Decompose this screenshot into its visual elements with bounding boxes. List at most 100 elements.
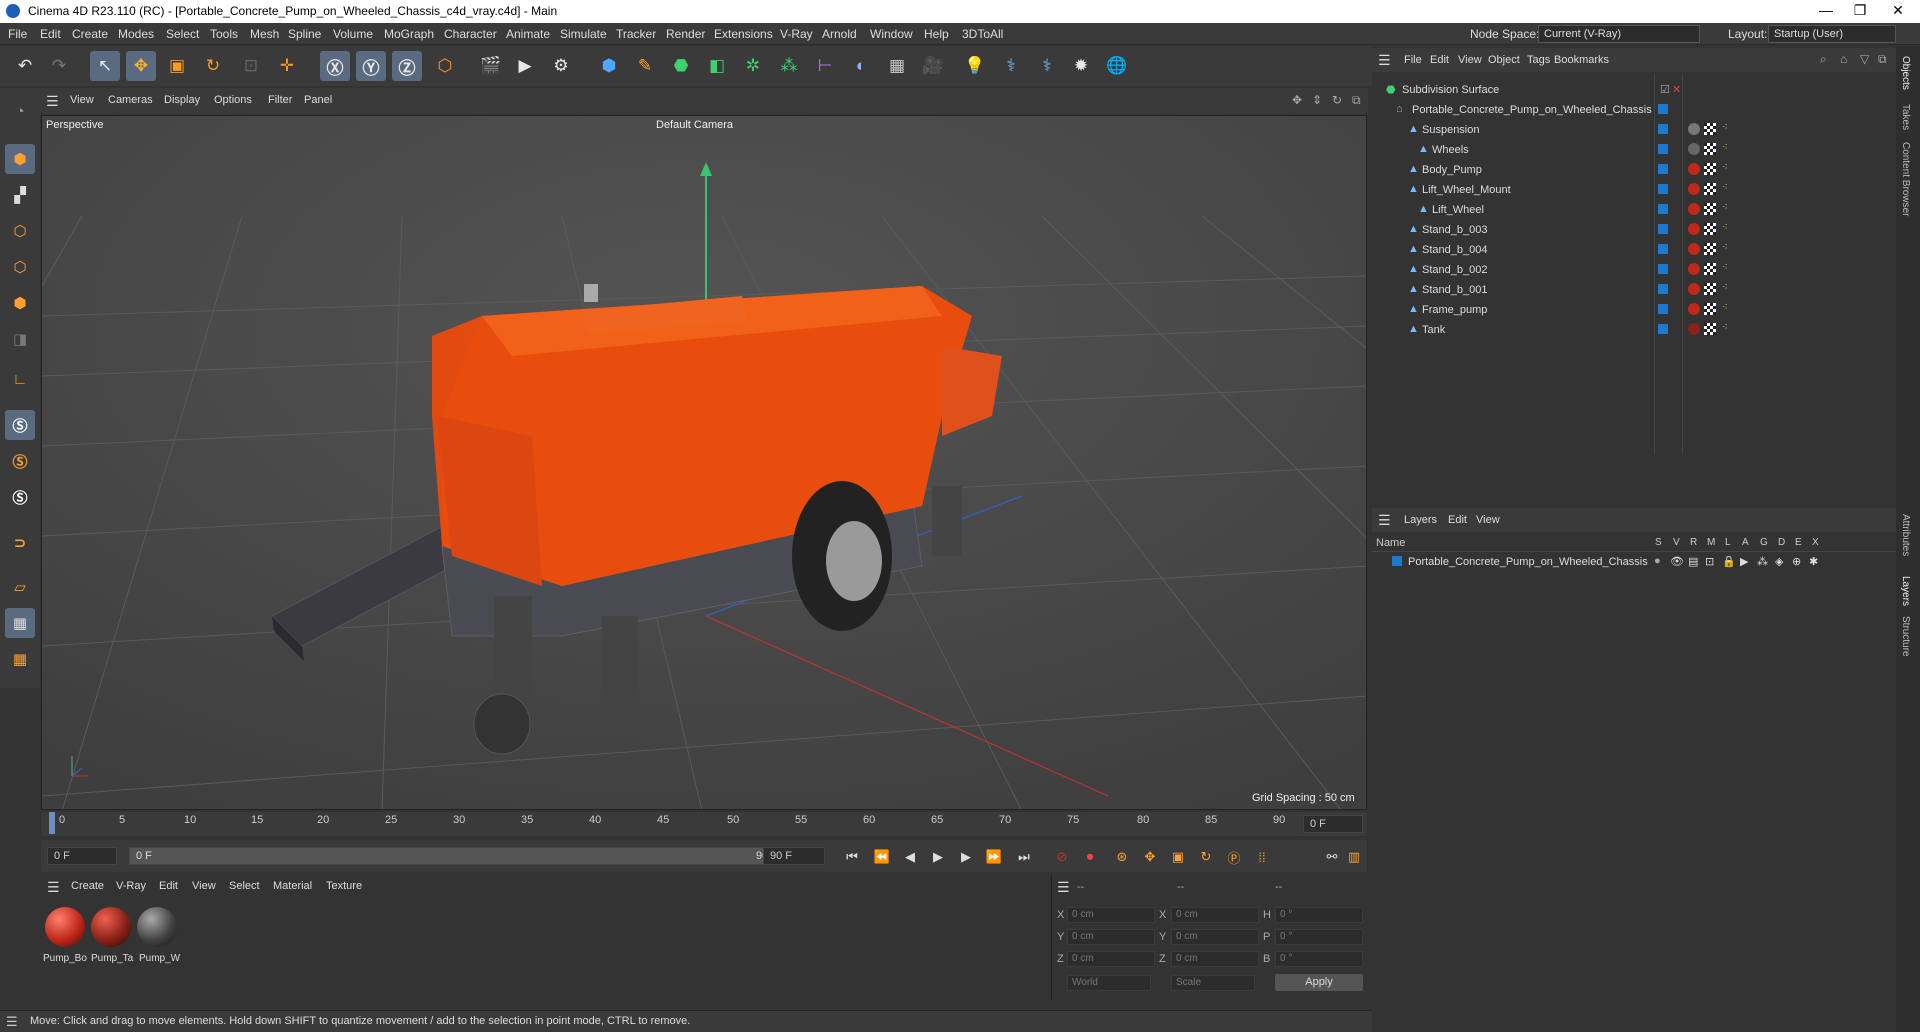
material-tag-icon[interactable] xyxy=(1688,263,1700,275)
object-row-stand-b-003[interactable]: ▲ Stand_b_003 ⁖ xyxy=(1372,220,1896,240)
select-tool-icon[interactable]: ↖ xyxy=(90,51,120,81)
material-hamburger-icon[interactable]: ☰ xyxy=(47,879,60,896)
python-icon[interactable]: ⚕ xyxy=(996,51,1026,81)
node-space-select[interactable]: Current (V-Ray) xyxy=(1538,25,1700,43)
size-y-field[interactable]: 0 cm xyxy=(1171,929,1259,945)
layer-color-swatch[interactable] xyxy=(1658,304,1668,314)
object-row-stand-b-004[interactable]: ▲ Stand_b_004 ⁖ xyxy=(1372,240,1896,260)
timeline-window-icon[interactable]: ▥ xyxy=(1343,846,1365,868)
material-tag-icon[interactable] xyxy=(1688,123,1700,135)
menu-extensions[interactable]: Extensions xyxy=(714,27,773,41)
rotation-b-field[interactable]: 0 ° xyxy=(1275,951,1363,967)
material-tag-icon[interactable] xyxy=(1688,203,1700,215)
search-icon[interactable]: ⌕ xyxy=(1820,52,1827,67)
motion-system-icon[interactable]: ⚯ xyxy=(1321,846,1343,868)
menu-spline[interactable]: Spline xyxy=(288,27,321,41)
playhead-marker[interactable] xyxy=(49,812,55,834)
menu-vray[interactable]: V-Ray xyxy=(780,27,813,41)
menu-arnold[interactable]: Arnold xyxy=(822,27,857,41)
material-menu-select[interactable]: Select xyxy=(229,880,260,892)
end-frame-field[interactable]: 90 F xyxy=(763,847,825,865)
rotation-p-field[interactable]: 0 ° xyxy=(1275,929,1363,945)
timeline-ruler[interactable]: 0 5 10 15 20 25 30 35 40 45 50 55 60 65 … xyxy=(41,812,1367,836)
position-y-field[interactable]: 0 cm xyxy=(1067,929,1155,945)
position-z-field[interactable]: 0 cm xyxy=(1067,951,1155,967)
3d-viewport[interactable]: Perspective Default Camera Grid Spacing … xyxy=(41,115,1367,810)
edge-mode-icon[interactable]: ⬡ xyxy=(5,252,35,282)
layer-color-swatch[interactable] xyxy=(1658,184,1668,194)
new-window-icon[interactable]: ⧉ xyxy=(1878,52,1887,67)
viewport-menu-filter[interactable]: Filter xyxy=(268,94,292,106)
polygon-mode-icon[interactable]: ⬢ xyxy=(5,288,35,318)
snap-icon[interactable]: Ⓢ xyxy=(5,410,35,440)
vertex-tag-icon[interactable]: ⁖ xyxy=(1722,322,1728,333)
material-swatch[interactable] xyxy=(45,907,85,947)
material-tag-icon[interactable] xyxy=(1688,283,1700,295)
next-frame-icon[interactable]: ▶ xyxy=(955,846,977,868)
uv-tag-icon[interactable] xyxy=(1704,263,1716,275)
render-region-icon[interactable]: 🎬 xyxy=(476,51,506,81)
menu-render[interactable]: Render xyxy=(666,27,705,41)
x-axis-icon[interactable]: Ⓧ xyxy=(320,51,350,81)
point-mode-icon[interactable]: ⬡ xyxy=(5,216,35,246)
axis-mode-icon[interactable]: ∟ xyxy=(5,364,35,394)
cube-icon[interactable]: ⬢ xyxy=(594,51,624,81)
viewport-menu-view[interactable]: View xyxy=(70,94,94,106)
viewport-menu-panel[interactable]: Panel xyxy=(304,94,332,106)
layer-color-swatch[interactable] xyxy=(1658,264,1668,274)
viewport-rotate-icon[interactable]: ↻ xyxy=(1332,93,1342,107)
vertex-tag-icon[interactable]: ⁖ xyxy=(1722,142,1728,153)
menu-mesh[interactable]: Mesh xyxy=(250,27,279,41)
side-tab-takes[interactable]: Takes xyxy=(1900,104,1911,130)
layer-animation-icon[interactable]: ▶ xyxy=(1740,555,1748,568)
undo-icon[interactable]: ↶ xyxy=(10,51,40,81)
material-menu-view[interactable]: View xyxy=(192,880,216,892)
layer-color-swatch[interactable] xyxy=(1658,164,1668,174)
object-row-lift-wheel-mount[interactable]: ▲ Lift_Wheel_Mount ⁖ xyxy=(1372,180,1896,200)
menu-character[interactable]: Character xyxy=(444,27,497,41)
menu-volume[interactable]: Volume xyxy=(333,27,373,41)
uv-tag-icon[interactable] xyxy=(1704,183,1716,195)
vertex-tag-icon[interactable]: ⁖ xyxy=(1722,182,1728,193)
object-row-subdivision-surface[interactable]: ⬣ Subdivision Surface ☑ ✕ xyxy=(1372,80,1896,100)
render-view-icon[interactable]: ▶ xyxy=(510,51,540,81)
current-frame-field[interactable]: 0 F xyxy=(1303,815,1363,833)
side-tab-structure[interactable]: Structure xyxy=(1900,616,1911,657)
layer-color-swatch[interactable] xyxy=(1658,284,1668,294)
object-row-root[interactable]: ⌂ Portable_Concrete_Pump_on_Wheeled_Chas… xyxy=(1372,100,1896,120)
object-row-frame-pump[interactable]: ▲ Frame_pump ⁖ xyxy=(1372,300,1896,320)
maximize-button[interactable]: ❐ xyxy=(1840,2,1880,19)
objects-menu-tags[interactable]: Tags xyxy=(1527,54,1550,66)
go-to-end-icon[interactable]: ⏭ xyxy=(1013,846,1035,868)
coord-hamburger-icon[interactable]: ☰ xyxy=(1057,879,1070,896)
viewport-maximize-icon[interactable]: ⧉ xyxy=(1352,93,1361,108)
layer-lock-icon[interactable]: 🔒 xyxy=(1722,555,1736,568)
vertex-tag-icon[interactable]: ⁖ xyxy=(1722,302,1728,313)
viewport-camera-label[interactable]: Default Camera xyxy=(656,119,733,131)
material-menu-edit[interactable]: Edit xyxy=(159,880,178,892)
menu-simulate[interactable]: Simulate xyxy=(560,27,607,41)
magnet-icon[interactable]: ⊃ xyxy=(5,528,35,558)
vertex-tag-icon[interactable]: ⁖ xyxy=(1722,282,1728,293)
material-label[interactable]: Pump_W xyxy=(139,953,180,964)
coordinate-system-icon[interactable]: ⬡ xyxy=(430,51,460,81)
vertex-tag-icon[interactable]: ⁖ xyxy=(1722,202,1728,213)
vertex-tag-icon[interactable]: ⁖ xyxy=(1722,222,1728,233)
object-row-stand-b-002[interactable]: ▲ Stand_b_002 ⁖ xyxy=(1372,260,1896,280)
layer-color-swatch[interactable] xyxy=(1658,124,1668,134)
cloner-icon[interactable]: ✲ xyxy=(738,51,768,81)
filter-icon[interactable]: ▽ xyxy=(1860,52,1869,66)
layer-render-icon[interactable]: ▤ xyxy=(1688,555,1698,568)
transform-tool-icon[interactable]: ⊡ xyxy=(236,51,266,81)
menu-file[interactable]: File xyxy=(8,27,27,41)
objects-menu-bookmarks[interactable]: Bookmarks xyxy=(1554,54,1609,66)
coord-mode-select[interactable]: Scale xyxy=(1171,975,1255,991)
layers-menu-layers[interactable]: Layers xyxy=(1404,514,1437,526)
material-label[interactable]: Pump_Ta xyxy=(91,953,133,964)
uv-tag-icon[interactable] xyxy=(1704,123,1716,135)
camera-icon[interactable]: 🎥 xyxy=(918,51,948,81)
texture-mode-icon[interactable]: ▞ xyxy=(5,180,35,210)
previous-key-icon[interactable]: ⏪ xyxy=(871,846,893,868)
menu-edit[interactable]: Edit xyxy=(40,27,61,41)
layer-row[interactable]: Portable_Concrete_Pump_on_Wheeled_Chassi… xyxy=(1372,552,1896,572)
